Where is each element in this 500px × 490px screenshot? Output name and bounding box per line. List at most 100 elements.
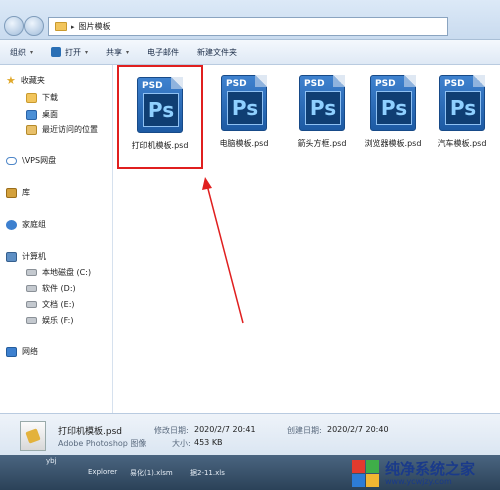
- chevron-down-icon: ▾: [126, 48, 130, 56]
- address-field[interactable]: ▸ 图片模板: [48, 17, 448, 36]
- file-item-arrow-box[interactable]: PSD Ps 箭头方框.psd: [283, 65, 361, 155]
- sidebar-item-label: 娱乐 (F:): [42, 316, 74, 325]
- organize-button[interactable]: 组织 ▾: [10, 47, 33, 58]
- sidebar-item-libraries[interactable]: 库: [6, 187, 30, 198]
- file-item-browser-template[interactable]: PSD Ps 浏览器模板.psd: [354, 65, 432, 155]
- cloud-icon: [6, 156, 17, 165]
- file-list: PSD Ps 打印机模板.psd PSD Ps 电脑模板.psd PSD Ps …: [113, 65, 500, 413]
- sidebar-item-label: 软件 (D:): [42, 284, 76, 293]
- sidebar-item-label: \VPS网盘: [22, 156, 57, 165]
- homegroup-icon: [6, 219, 17, 230]
- breadcrumb-current[interactable]: 图片模板: [79, 21, 111, 32]
- modified-label: 修改日期:: [154, 426, 189, 435]
- sidebar-item-label: 家庭组: [22, 220, 46, 229]
- star-icon: ★: [6, 73, 16, 87]
- size-value: 453 KB: [194, 438, 223, 447]
- open-button[interactable]: 打开 ▾: [51, 47, 88, 58]
- sidebar-item-homegroup[interactable]: 家庭组: [6, 219, 46, 230]
- photoshop-icon: Ps: [445, 91, 481, 125]
- email-button[interactable]: 电子邮件: [147, 47, 179, 58]
- drive-icon: [26, 317, 37, 324]
- file-item-computer-template[interactable]: PSD Ps 电脑模板.psd: [205, 65, 283, 155]
- photoshop-icon: Ps: [305, 91, 341, 125]
- watermark-url: www.ycwjzy.com: [385, 476, 452, 486]
- sidebar-item-favorites[interactable]: ★ 收藏夹: [6, 75, 45, 86]
- created-value: 2020/2/7 20:40: [327, 425, 389, 434]
- organize-label: 组织: [10, 47, 26, 57]
- sidebar-item-label: 库: [22, 188, 30, 197]
- file-name: 汽车模板.psd: [437, 139, 487, 148]
- desktop-icon: [26, 109, 37, 120]
- sidebar-item-network[interactable]: 网络: [6, 346, 38, 357]
- folder-icon: [55, 22, 67, 31]
- file-name: 电脑模板.psd: [219, 139, 269, 148]
- breadcrumb-separator: ▸: [71, 22, 75, 31]
- sidebar-item-vps[interactable]: \VPS网盘: [6, 155, 56, 166]
- file-name: 打印机模板.psd: [131, 141, 189, 150]
- sidebar-item-desktop[interactable]: 桌面: [26, 109, 58, 120]
- taskbar-item[interactable]: ybj: [46, 457, 57, 465]
- sidebar-item-drive-d[interactable]: 软件 (D:): [26, 283, 76, 294]
- psd-file-icon: PSD Ps: [439, 75, 485, 131]
- drive-icon: [26, 301, 37, 308]
- navigation-pane: ★ 收藏夹 下载 桌面 最近访问的位置 \VPS网盘 库 家庭组 计算机 本地磁…: [0, 65, 113, 413]
- back-button[interactable]: [4, 16, 24, 36]
- sidebar-item-drive-e[interactable]: 文档 (E:): [26, 299, 75, 310]
- taskbar-item[interactable]: 易化(1).xlsm: [130, 468, 173, 478]
- file-item-printer-template[interactable]: PSD Ps 打印机模板.psd: [117, 65, 203, 169]
- sidebar-item-label: 最近访问的位置: [42, 125, 98, 134]
- downloads-folder-icon: [26, 92, 37, 103]
- photoshop-icon: Ps: [227, 91, 263, 125]
- sidebar-item-label: 下载: [42, 93, 58, 102]
- psd-file-icon: PSD Ps: [137, 77, 183, 133]
- computer-icon: [6, 251, 17, 262]
- file-name: 箭头方框.psd: [297, 139, 347, 148]
- sidebar-item-label: 网络: [22, 347, 38, 356]
- windows-logo-icon: [350, 458, 380, 488]
- created-label: 创建日期:: [287, 426, 322, 435]
- watermark-title: 纯净系统之家: [385, 459, 476, 478]
- chevron-down-icon: ▾: [85, 48, 89, 56]
- sidebar-item-computer[interactable]: 计算机: [6, 251, 46, 262]
- network-icon: [6, 346, 17, 357]
- command-bar: 组织 ▾ 打开 ▾ 共享 ▾ 电子邮件 新建文件夹: [0, 40, 500, 65]
- psd-file-icon: PSD Ps: [370, 75, 416, 131]
- file-thumbnail-icon: [20, 421, 46, 451]
- photoshop-icon: Ps: [143, 93, 179, 127]
- detail-type: Adobe Photoshop 图像: [58, 439, 147, 448]
- taskbar-item[interactable]: 据2-11.xls: [190, 468, 225, 478]
- sidebar-item-recent[interactable]: 最近访问的位置: [26, 124, 98, 135]
- forward-button[interactable]: [24, 16, 44, 36]
- address-bar-area: ▸ 图片模板: [0, 0, 500, 40]
- recent-places-icon: [26, 124, 37, 135]
- sidebar-item-label: 计算机: [22, 252, 46, 261]
- email-label: 电子邮件: [147, 47, 180, 57]
- watermark: 纯净系统之家 www.ycwjzy.com: [350, 456, 498, 490]
- photoshop-icon: [51, 47, 62, 57]
- sidebar-item-label: 文档 (E:): [42, 300, 75, 309]
- details-pane: 打印机模板.psd Adobe Photoshop 图像 修改日期: 2020/…: [0, 413, 500, 455]
- open-label: 打开: [65, 47, 82, 57]
- sidebar-item-label: 收藏夹: [20, 76, 45, 85]
- psd-file-icon: PSD Ps: [299, 75, 345, 131]
- photoshop-icon: Ps: [376, 91, 412, 125]
- drive-icon: [26, 269, 37, 276]
- sidebar-item-label: 本地磁盘 (C:): [42, 268, 92, 277]
- file-item-car-template[interactable]: PSD Ps 汽车模板.psd: [423, 65, 500, 155]
- size-label: 大小:: [172, 439, 191, 448]
- new-folder-button[interactable]: 新建文件夹: [197, 47, 237, 58]
- new-folder-label: 新建文件夹: [197, 47, 238, 57]
- chevron-down-icon: ▾: [30, 48, 34, 56]
- sidebar-item-downloads[interactable]: 下载: [26, 92, 58, 103]
- drive-icon: [26, 285, 37, 292]
- sidebar-item-label: 桌面: [42, 110, 58, 119]
- psd-file-icon: PSD Ps: [221, 75, 267, 131]
- sidebar-item-drive-f[interactable]: 娱乐 (F:): [26, 315, 73, 326]
- detail-filename: 打印机模板.psd: [58, 427, 122, 437]
- share-button[interactable]: 共享 ▾: [106, 47, 129, 58]
- modified-value: 2020/2/7 20:41: [194, 425, 256, 434]
- sidebar-item-drive-c[interactable]: 本地磁盘 (C:): [26, 267, 91, 278]
- file-name: 浏览器模板.psd: [364, 139, 422, 148]
- library-icon: [6, 187, 17, 198]
- taskbar-item[interactable]: Explorer: [88, 468, 117, 476]
